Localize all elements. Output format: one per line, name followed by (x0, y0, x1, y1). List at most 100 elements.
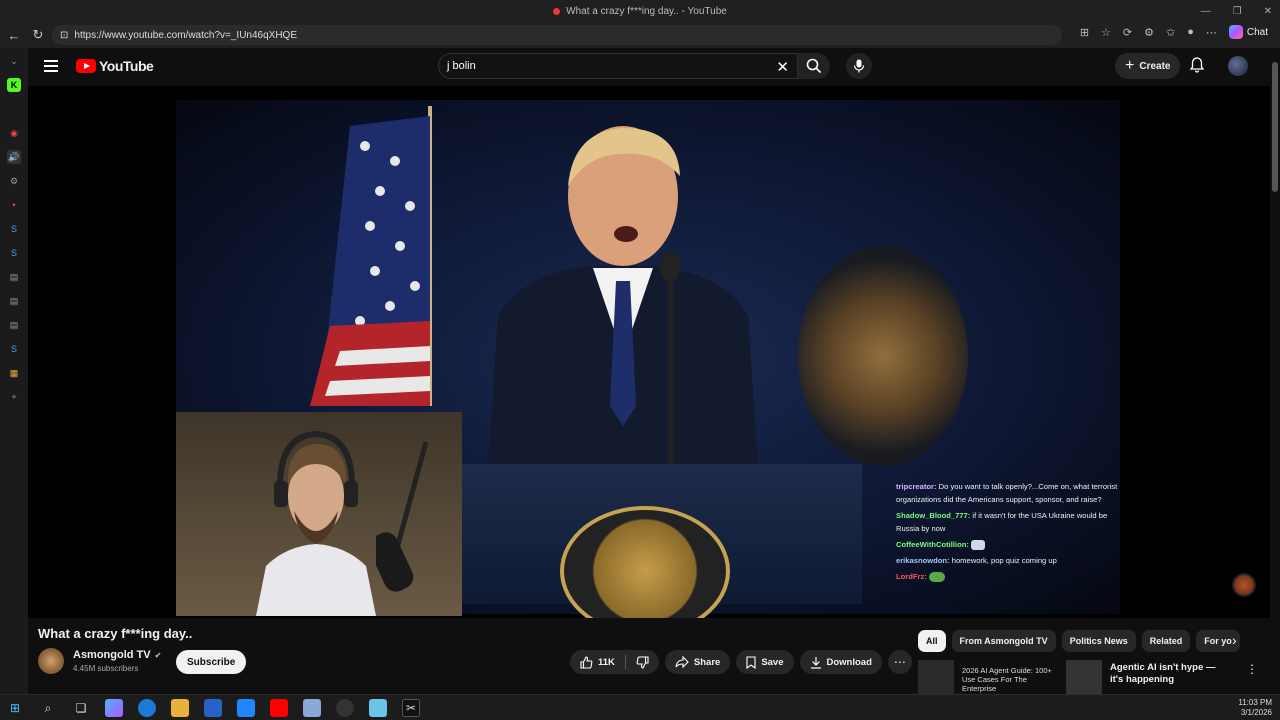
chat-message: erikasnowdon: homework, pop quiz coming … (896, 554, 1126, 567)
edge-icon[interactable] (138, 699, 156, 717)
rec-title[interactable]: 2026 AI Agent Guide: 100+ Use Cases For … (962, 666, 1062, 693)
s-app-icon-3[interactable]: S (7, 342, 21, 356)
task-view-icon[interactable]: ❏ (72, 699, 90, 717)
copilot-taskbar-icon[interactable] (105, 699, 123, 717)
youtube-tab-favicon (553, 7, 561, 15)
rec-title[interactable]: Agentic AI isn't hype — it's happening (1110, 662, 1230, 686)
menu-icon[interactable] (44, 60, 58, 72)
clear-search-icon[interactable]: ✕ (776, 58, 789, 76)
scrollbar-thumb[interactable] (1272, 62, 1278, 192)
maximize-button[interactable]: ❐ (1233, 6, 1242, 17)
page-scrollbar[interactable] (1270, 48, 1280, 694)
capcut-icon[interactable]: ✂ (402, 699, 420, 717)
microphone-arm-image (376, 441, 429, 592)
store-icon[interactable] (204, 699, 222, 717)
s-app-icon[interactable]: S (7, 222, 21, 236)
youtube-logo-icon (76, 59, 96, 73)
address-bar[interactable]: ⊡ https://www.youtube.com/watch?v=_IUn46… (52, 25, 1062, 45)
subscriber-count: 4.45M subscribers (73, 664, 139, 673)
sidebar-chevron-icon[interactable]: ⌄ (7, 54, 21, 68)
refresh-extension-icon[interactable]: ⟳ (1123, 26, 1132, 39)
reload-button[interactable]: ↻ (26, 23, 50, 47)
create-label: Create (1139, 60, 1171, 72)
obs-icon[interactable] (336, 699, 354, 717)
chevron-right-icon[interactable]: › (1232, 632, 1237, 648)
chat-username: erikasnowdon: (896, 556, 950, 565)
app-available-icon[interactable]: ⊞ (1080, 26, 1089, 39)
share-button[interactable]: Share (664, 650, 731, 674)
channel-avatar[interactable] (38, 648, 64, 674)
record-icon[interactable]: ◉ (7, 126, 21, 140)
plus-icon: + (1125, 57, 1135, 74)
search-button[interactable] (798, 53, 830, 79)
youtube-taskbar-icon[interactable] (270, 699, 288, 717)
kick-icon[interactable]: K (7, 78, 21, 92)
extensions-icon[interactable]: ⚙ (1144, 26, 1154, 39)
color-grid-icon[interactable]: ▦ (7, 366, 21, 380)
channel-name[interactable]: Asmongold TV ✔ (73, 649, 161, 661)
rec-thumbnail[interactable] (1066, 660, 1102, 694)
dislike-button[interactable] (626, 650, 659, 674)
mail-icon[interactable] (237, 699, 255, 717)
chip-politics-news[interactable]: Politics News (1061, 630, 1136, 652)
like-button[interactable]: 11K (570, 650, 625, 674)
youtube-logo[interactable]: YouTube (76, 58, 154, 74)
browser-toolbar: ← ↻ ⊡ https://www.youtube.com/watch?v=_I… (0, 22, 1280, 48)
bell-icon (1189, 57, 1205, 73)
windows-start-icon[interactable]: ⊞ (6, 699, 24, 717)
recommendation-chips: All From Asmongold TV Politics News Rela… (918, 630, 1240, 652)
more-actions-button[interactable]: ⋯ (887, 650, 912, 674)
video-details: What a crazy f***ing day.. Asmongold TV ✔… (28, 618, 1270, 694)
thumbs-down-icon (636, 655, 649, 669)
site-info-icon[interactable]: ⊡ (60, 30, 68, 41)
search-input[interactable]: j bolin ✕ (438, 53, 798, 79)
subscribe-button[interactable]: Subscribe (176, 650, 247, 674)
profile-icon[interactable]: ● (1187, 26, 1194, 38)
copilot-chat-button[interactable]: Chat (1228, 25, 1268, 39)
audio-icon[interactable]: 🔊 (7, 150, 21, 164)
microphone-icon (853, 59, 865, 73)
image-icon[interactable]: ▤ (7, 270, 21, 284)
clock-time: 11:03 PM (1238, 698, 1272, 707)
rec-thumbnail[interactable] (918, 660, 954, 694)
stream-chat-overlay: tripcreator: Do you want to talk openly?… (896, 480, 1126, 586)
recommendations-list: 2026 AI Agent Guide: 100+ Use Cases For … (918, 660, 1270, 694)
video-player[interactable]: tripcreator: Do you want to talk openly?… (28, 86, 1270, 618)
bookmark-icon (746, 655, 756, 669)
favorite-star-icon[interactable]: ☆ (1101, 26, 1111, 39)
rec-more-icon[interactable]: ⋮ (1246, 662, 1258, 676)
browser-sidebar: ⌄ K ◉ 🔊 ⚙ • S S ▤ ▤ ▤ S ▦ + (0, 48, 28, 694)
voice-search-button[interactable] (846, 53, 872, 79)
create-button[interactable]: + Create (1115, 53, 1181, 79)
image-icon-2[interactable]: ▤ (7, 294, 21, 308)
chip-related[interactable]: Related (1141, 630, 1191, 652)
file-explorer-icon[interactable] (171, 699, 189, 717)
app-icon[interactable] (303, 699, 321, 717)
notifications-button[interactable] (1189, 57, 1205, 78)
streamer-webcam-overlay (176, 412, 462, 616)
download-button[interactable]: Download (799, 650, 882, 674)
favorites-icon[interactable]: ✩ (1166, 26, 1175, 39)
speaker-image (488, 126, 758, 466)
search-taskbar-icon[interactable]: ⌕ (39, 699, 57, 717)
account-avatar[interactable] (1228, 56, 1248, 76)
channel-watermark-avatar[interactable] (1232, 573, 1256, 597)
chip-all[interactable]: All (918, 630, 946, 652)
close-window-button[interactable]: ✕ (1264, 6, 1272, 17)
back-button[interactable]: ← (2, 23, 26, 47)
windows-taskbar: ⊞ ⌕ ❏ ✂ 11:03 PM 3/1/2026 (0, 694, 1280, 720)
red-dot-icon[interactable]: • (7, 198, 21, 212)
add-icon[interactable]: + (7, 390, 21, 404)
notepad-icon[interactable] (369, 699, 387, 717)
system-clock[interactable]: 11:03 PM 3/1/2026 (1238, 698, 1272, 718)
chip-from-channel[interactable]: From Asmongold TV (951, 630, 1056, 652)
chat-username: LordFrz: (896, 572, 927, 581)
more-menu-icon[interactable]: ⋯ (1206, 26, 1217, 39)
save-button[interactable]: Save (736, 650, 794, 674)
s-app-icon-2[interactable]: S (7, 246, 21, 260)
image-icon-3[interactable]: ▤ (7, 318, 21, 332)
clock-date: 3/1/2026 (1240, 708, 1272, 717)
url-text: https://www.youtube.com/watch?v=_IUn46qX… (74, 29, 298, 41)
minimize-button[interactable]: — (1201, 6, 1211, 17)
settings-icon[interactable]: ⚙ (7, 174, 21, 188)
